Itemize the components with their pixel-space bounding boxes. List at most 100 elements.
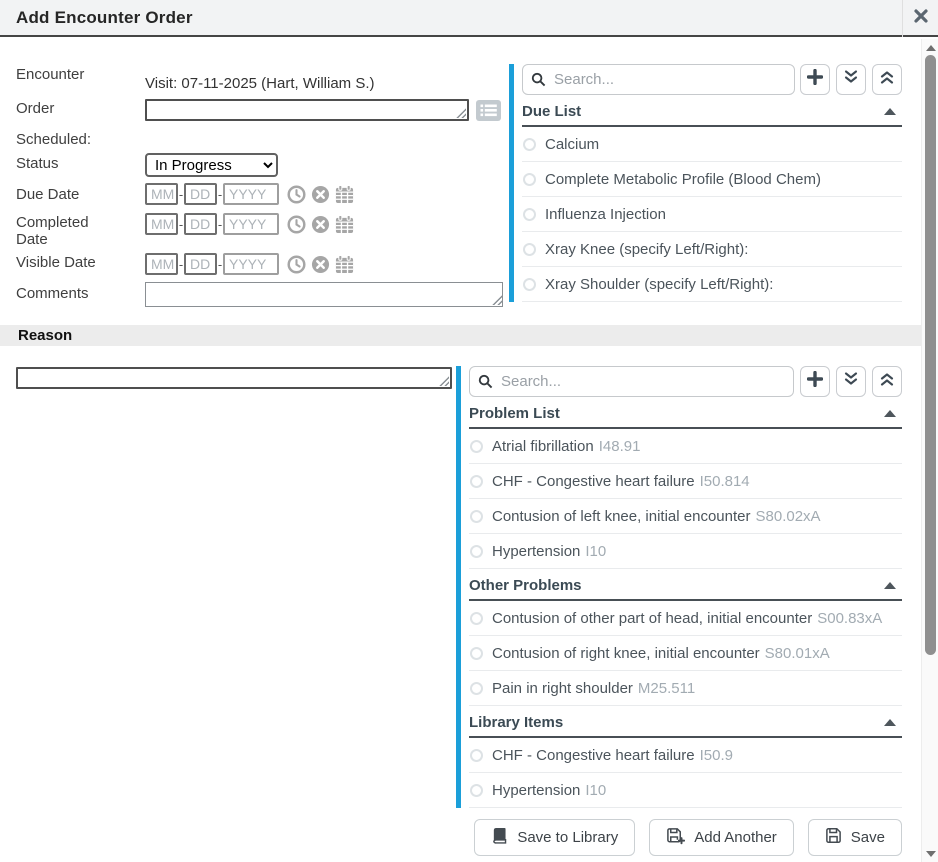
clear-date-icon[interactable] bbox=[310, 184, 330, 204]
radio-circle-icon[interactable] bbox=[470, 440, 483, 453]
item-name: Contusion of left knee, initial encounte… bbox=[492, 508, 751, 525]
footer-button-row: Save to Library Add Another Save bbox=[474, 819, 902, 856]
calendar-icon[interactable] bbox=[334, 184, 354, 204]
expand-all-button[interactable] bbox=[836, 366, 866, 397]
problem-list-item[interactable]: Hypertension I10 bbox=[469, 534, 902, 569]
vertical-scrollbar[interactable] bbox=[921, 39, 938, 862]
visible-date-day-input[interactable] bbox=[184, 253, 217, 275]
problem-list-item[interactable]: Contusion of left knee, initial encounte… bbox=[469, 499, 902, 534]
problem-list-item[interactable]: Contusion of other part of head, initial… bbox=[469, 601, 902, 636]
item-label: Calcium bbox=[545, 136, 599, 153]
problem-list-item[interactable]: Contusion of right knee, initial encount… bbox=[469, 636, 902, 671]
problem-list-item[interactable]: Atrial fibrillation I48.91 bbox=[469, 429, 902, 464]
radio-circle-icon[interactable] bbox=[470, 749, 483, 762]
due-list-item[interactable]: Influenza Injection bbox=[522, 197, 902, 232]
due-list-item[interactable]: Calcium bbox=[522, 127, 902, 162]
status-select[interactable]: In Progress bbox=[145, 153, 278, 177]
encounter-label: Encounter bbox=[16, 66, 114, 83]
item-code: I10 bbox=[585, 543, 606, 560]
clock-icon[interactable] bbox=[286, 254, 306, 274]
comments-textarea[interactable] bbox=[145, 282, 503, 307]
reason-picker-panel: Problem List Atrial fibrillation I48.91 … bbox=[456, 366, 902, 808]
collapse-all-button[interactable] bbox=[872, 64, 902, 95]
due-date-month-input[interactable] bbox=[145, 183, 178, 205]
library-items-header[interactable]: Library Items bbox=[469, 714, 902, 738]
item-name: CHF - Congestive heart failure bbox=[492, 473, 695, 490]
item-label: Xray Knee (specify Left/Right): bbox=[545, 241, 748, 258]
close-button[interactable] bbox=[902, 0, 938, 37]
section-title: Due List bbox=[522, 103, 581, 120]
reason-section-title: Reason bbox=[18, 327, 72, 344]
collapse-triangle-icon[interactable] bbox=[884, 410, 896, 417]
other-problems-list: Contusion of other part of head, initial… bbox=[469, 601, 902, 706]
radio-circle-icon[interactable] bbox=[470, 475, 483, 488]
calendar-icon[interactable] bbox=[334, 254, 354, 274]
radio-circle-icon[interactable] bbox=[470, 612, 483, 625]
completed-date-day-input[interactable] bbox=[184, 213, 217, 235]
due-list-search-input[interactable] bbox=[522, 64, 795, 95]
collapse-triangle-icon[interactable] bbox=[884, 582, 896, 589]
scroll-down-icon[interactable] bbox=[926, 851, 936, 857]
add-item-button[interactable] bbox=[800, 64, 830, 95]
item-name: Hypertension bbox=[492, 782, 580, 799]
completed-date-year-input[interactable] bbox=[223, 213, 279, 235]
collapse-triangle-icon[interactable] bbox=[884, 108, 896, 115]
item-name: Contusion of other part of head, initial… bbox=[492, 610, 812, 627]
due-list-item[interactable]: Complete Metabolic Profile (Blood Chem) bbox=[522, 162, 902, 197]
item-code: S80.02xA bbox=[756, 508, 821, 525]
due-date-day-input[interactable] bbox=[184, 183, 217, 205]
plus-icon bbox=[807, 69, 823, 90]
due-list-header[interactable]: Due List bbox=[522, 103, 902, 127]
double-chevron-down-icon bbox=[843, 69, 859, 90]
clock-icon[interactable] bbox=[286, 184, 306, 204]
reason-search-input[interactable] bbox=[469, 366, 794, 397]
library-list-item[interactable]: Hypertension I10 bbox=[469, 773, 902, 808]
order-input[interactable] bbox=[145, 99, 469, 121]
save-to-library-button[interactable]: Save to Library bbox=[474, 819, 635, 856]
radio-circle-icon[interactable] bbox=[470, 784, 483, 797]
clear-date-icon[interactable] bbox=[310, 214, 330, 234]
visible-date-year-input[interactable] bbox=[223, 253, 279, 275]
radio-circle-icon[interactable] bbox=[523, 208, 536, 221]
due-date-row: - - bbox=[145, 183, 354, 205]
problem-list-item[interactable]: CHF - Congestive heart failure I50.814 bbox=[469, 464, 902, 499]
scroll-up-icon[interactable] bbox=[926, 45, 936, 51]
collapse-all-button[interactable] bbox=[872, 366, 902, 397]
radio-circle-icon[interactable] bbox=[523, 173, 536, 186]
dialog-titlebar: Add Encounter Order bbox=[0, 0, 938, 37]
item-code: M25.511 bbox=[638, 680, 695, 697]
collapse-triangle-icon[interactable] bbox=[884, 719, 896, 726]
calendar-icon[interactable] bbox=[334, 214, 354, 234]
save-button[interactable]: Save bbox=[808, 819, 902, 856]
scrollbar-thumb[interactable] bbox=[925, 55, 936, 655]
radio-circle-icon[interactable] bbox=[470, 510, 483, 523]
order-list-picker-button[interactable] bbox=[476, 100, 501, 121]
section-title: Library Items bbox=[469, 714, 563, 731]
expand-all-button[interactable] bbox=[836, 64, 866, 95]
item-code: S80.01xA bbox=[765, 645, 830, 662]
radio-circle-icon[interactable] bbox=[523, 138, 536, 151]
add-another-label: Add Another bbox=[694, 829, 777, 846]
due-list-panel: Due List Calcium Complete Metabolic Prof… bbox=[509, 64, 902, 302]
problem-list-header[interactable]: Problem List bbox=[469, 405, 902, 429]
add-item-button[interactable] bbox=[800, 366, 830, 397]
radio-circle-icon[interactable] bbox=[470, 545, 483, 558]
radio-circle-icon[interactable] bbox=[470, 682, 483, 695]
other-problems-header[interactable]: Other Problems bbox=[469, 577, 902, 601]
item-name: CHF - Congestive heart failure bbox=[492, 747, 695, 764]
due-list-item[interactable]: Xray Knee (specify Left/Right): bbox=[522, 232, 902, 267]
clear-date-icon[interactable] bbox=[310, 254, 330, 274]
double-chevron-up-icon bbox=[879, 69, 895, 90]
clock-icon[interactable] bbox=[286, 214, 306, 234]
library-list-item[interactable]: CHF - Congestive heart failure I50.9 bbox=[469, 738, 902, 773]
problem-list-item[interactable]: Pain in right shoulder M25.511 bbox=[469, 671, 902, 706]
radio-circle-icon[interactable] bbox=[470, 647, 483, 660]
due-list-item[interactable]: Xray Shoulder (specify Left/Right): bbox=[522, 267, 902, 302]
due-date-year-input[interactable] bbox=[223, 183, 279, 205]
radio-circle-icon[interactable] bbox=[523, 243, 536, 256]
completed-date-month-input[interactable] bbox=[145, 213, 178, 235]
add-another-button[interactable]: Add Another bbox=[649, 819, 794, 856]
radio-circle-icon[interactable] bbox=[523, 278, 536, 291]
visible-date-month-input[interactable] bbox=[145, 253, 178, 275]
reason-input[interactable] bbox=[16, 367, 452, 389]
